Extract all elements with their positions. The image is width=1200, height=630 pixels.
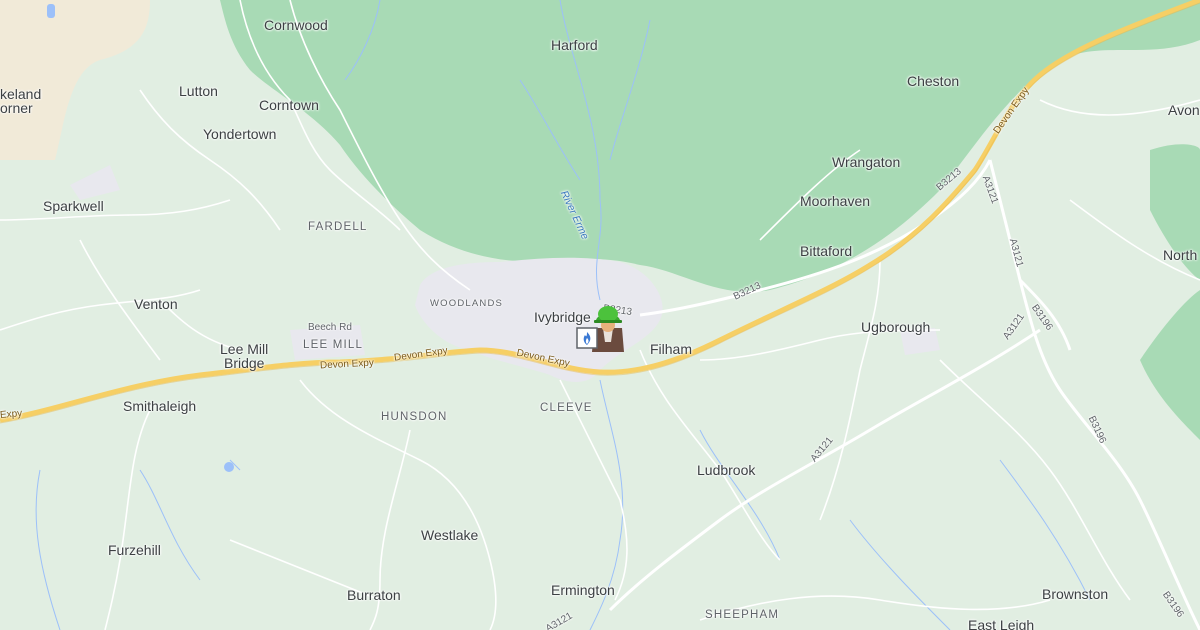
- road-label-devon-expy[interactable]: Expy: [0, 408, 23, 421]
- national-park-area: [220, 0, 1200, 293]
- place-label-east-leigh[interactable]: East Leigh: [968, 618, 1034, 630]
- place-label-corntown[interactable]: Corntown: [259, 98, 319, 112]
- district-label-lee-mill[interactable]: LEE MILL: [303, 339, 363, 352]
- district-label-fardell[interactable]: FARDELL: [308, 221, 368, 234]
- place-label-venton[interactable]: Venton: [134, 297, 178, 311]
- place-label-sparkwell[interactable]: Sparkwell: [43, 199, 104, 213]
- place-label-smithaleigh[interactable]: Smithaleigh: [123, 399, 196, 413]
- place-label-cornwood[interactable]: Cornwood: [264, 18, 328, 32]
- farmland-area: [0, 0, 150, 160]
- place-label-lakeland-line2[interactable]: orner: [0, 101, 33, 115]
- place-label-furzehill[interactable]: Furzehill: [108, 543, 161, 557]
- place-label-north[interactable]: North: [1163, 248, 1197, 262]
- place-label-ludbrook[interactable]: Ludbrook: [697, 463, 755, 477]
- place-label-burraton[interactable]: Burraton: [347, 588, 401, 602]
- place-label-ugborough[interactable]: Ugborough: [861, 320, 930, 334]
- place-label-lee-mill-bridge-line1[interactable]: Lee Mill: [220, 342, 268, 356]
- place-label-wrangaton[interactable]: Wrangaton: [832, 155, 900, 169]
- place-label-ermington[interactable]: Ermington: [551, 583, 615, 597]
- place-label-bittaford[interactable]: Bittaford: [800, 244, 852, 258]
- district-label-woodlands[interactable]: WOODLANDS: [430, 299, 503, 309]
- street-label-beech-rd[interactable]: Beech Rd: [308, 323, 352, 333]
- place-label-brownston[interactable]: Brownston: [1042, 587, 1108, 601]
- reservoir: [47, 4, 55, 18]
- location-marker[interactable]: [576, 304, 624, 356]
- district-label-hunsdon[interactable]: HUNSDON: [381, 411, 448, 424]
- place-label-westlake[interactable]: Westlake: [421, 528, 478, 542]
- park-patch-southeast: [1140, 290, 1200, 440]
- place-label-moorhaven[interactable]: Moorhaven: [800, 194, 870, 208]
- map-canvas[interactable]: Cornwood Harford Cheston Avon Lutton Cor…: [0, 0, 1200, 630]
- gas-flame-icon: [576, 327, 598, 349]
- place-label-harford[interactable]: Harford: [551, 38, 598, 52]
- place-label-cheston[interactable]: Cheston: [907, 74, 959, 88]
- place-label-yondertown[interactable]: Yondertown: [203, 127, 276, 141]
- place-label-filham[interactable]: Filham: [650, 342, 692, 356]
- place-label-lee-mill-bridge-line2[interactable]: Bridge: [224, 356, 264, 370]
- place-label-lutton[interactable]: Lutton: [179, 84, 218, 98]
- district-label-sheepham[interactable]: SHEEPHAM: [705, 609, 779, 622]
- district-label-cleeve[interactable]: CLEEVE: [540, 402, 593, 415]
- place-label-avon[interactable]: Avon: [1168, 103, 1200, 117]
- urban-area-sparkwell: [70, 165, 120, 200]
- pond: [224, 462, 234, 472]
- place-label-lakeland-line1[interactable]: keland: [0, 87, 41, 101]
